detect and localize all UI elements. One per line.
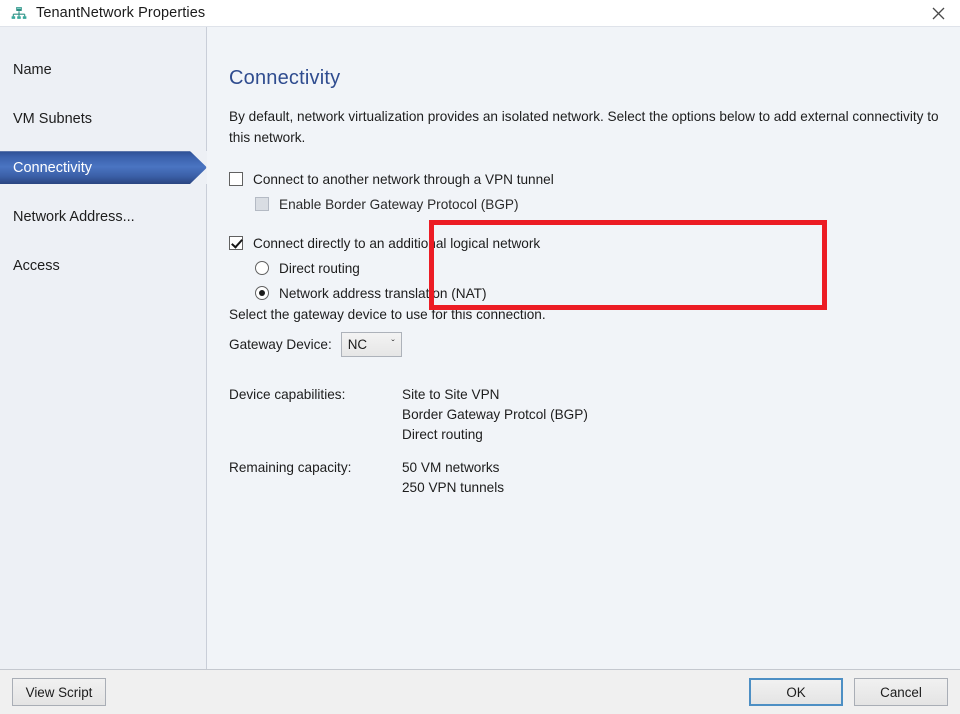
sidebar-item-label: Access <box>13 257 60 274</box>
direct-routing-radio-row[interactable]: Direct routing <box>229 257 960 279</box>
checkbox-disabled-icon <box>255 197 269 212</box>
device-details: Device capabilities: Site to Site VPN Bo… <box>229 385 960 498</box>
gateway-device-label: Gateway Device: <box>229 337 332 353</box>
bgp-label: Enable Border Gateway Protocol (BGP) <box>279 196 519 212</box>
title-bar: TenantNetwork Properties <box>0 0 960 26</box>
capacity-item: 50 VM networks <box>402 460 500 476</box>
properties-dialog: TenantNetwork Properties Name VM Subnets… <box>0 0 960 714</box>
connectivity-pane: Connectivity By default, network virtual… <box>207 27 960 669</box>
capability-item: Site to Site VPN <box>402 387 500 403</box>
close-button[interactable] <box>916 0 960 26</box>
capacity-item: 250 VPN tunnels <box>402 480 505 496</box>
sidebar-item-vm-subnets[interactable]: VM Subnets <box>0 102 206 135</box>
cancel-button[interactable]: Cancel <box>854 678 948 706</box>
sidebar-item-label: Name <box>13 61 52 78</box>
gateway-hint: Select the gateway device to use for thi… <box>229 307 546 323</box>
view-script-button[interactable]: View Script <box>12 678 106 706</box>
sidebar-item-connectivity[interactable]: Connectivity <box>0 151 206 184</box>
device-capabilities-label: Device capabilities: <box>229 387 346 403</box>
checkbox-checked-icon[interactable] <box>229 236 243 251</box>
remaining-capacity-values: 50 VM networks 250 VPN tunnels <box>402 458 504 497</box>
nat-label: Network address translation (NAT) <box>279 285 487 301</box>
bgp-checkbox-row: Enable Border Gateway Protocol (BGP) <box>229 193 960 215</box>
window-title: TenantNetwork Properties <box>36 5 206 21</box>
vpn-tunnel-checkbox-row[interactable]: Connect to another network through a VPN… <box>229 168 960 190</box>
radio-selected-icon[interactable] <box>255 286 269 301</box>
sidebar-item-label: Connectivity <box>13 159 92 176</box>
sidebar-item-label: VM Subnets <box>13 110 92 127</box>
direct-routing-label: Direct routing <box>279 260 360 276</box>
sidebar-item-network-address[interactable]: Network Address... <box>0 200 206 233</box>
dialog-body: Name VM Subnets Connectivity Network Add… <box>0 26 960 669</box>
radio-unselected-icon[interactable] <box>255 261 269 276</box>
checkbox-unchecked-icon[interactable] <box>229 172 243 187</box>
logical-network-label: Connect directly to an additional logica… <box>253 235 541 251</box>
ok-button[interactable]: OK <box>749 678 843 706</box>
sidebar-item-label: Network Address... <box>13 208 135 225</box>
nat-radio-row[interactable]: Network address translation (NAT) <box>229 282 960 304</box>
capability-item: Border Gateway Protcol (BGP) <box>402 407 588 423</box>
page-title: Connectivity <box>229 67 341 89</box>
sidebar-item-access[interactable]: Access <box>0 249 206 282</box>
gateway-device-row: Gateway Device: NC ˇ <box>229 332 960 358</box>
pane-description: By default, network virtualization provi… <box>229 109 939 145</box>
chevron-down-icon: ˇ <box>391 338 395 350</box>
remaining-capacity-block: Remaining capacity: 50 VM networks 250 V… <box>229 458 960 497</box>
capability-item: Direct routing <box>402 426 483 442</box>
device-capabilities-values: Site to Site VPN Border Gateway Protcol … <box>402 385 588 444</box>
gateway-device-select[interactable]: NC ˇ <box>340 332 402 358</box>
remaining-capacity-label: Remaining capacity: <box>229 460 352 476</box>
logical-network-checkbox-row[interactable]: Connect directly to an additional logica… <box>229 232 960 254</box>
sidebar-item-name[interactable]: Name <box>0 53 206 86</box>
sidebar-nav: Name VM Subnets Connectivity Network Add… <box>0 27 207 669</box>
close-icon <box>932 7 944 19</box>
gateway-device-value: NC <box>347 337 368 353</box>
network-properties-icon <box>10 4 28 22</box>
vpn-tunnel-label: Connect to another network through a VPN… <box>253 171 554 187</box>
device-capabilities-block: Device capabilities: Site to Site VPN Bo… <box>229 385 960 444</box>
dialog-footer: View Script OK Cancel <box>0 669 960 714</box>
